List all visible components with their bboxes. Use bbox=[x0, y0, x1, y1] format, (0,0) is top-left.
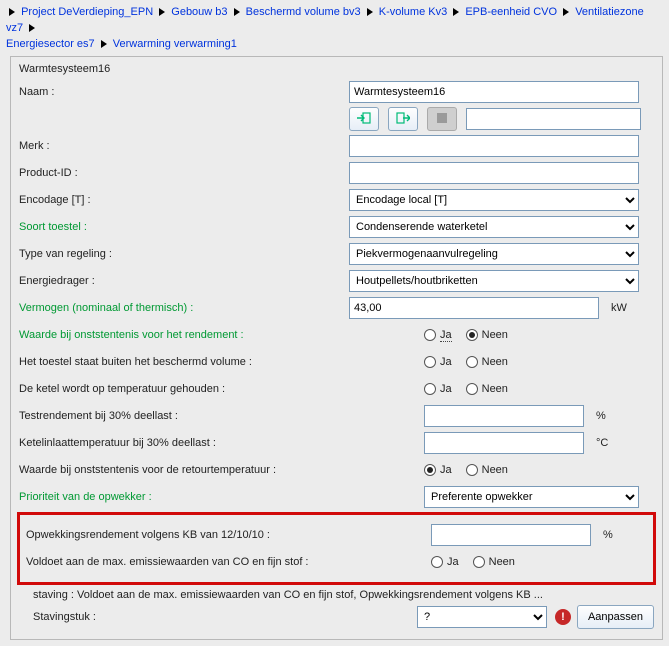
radio-buiten-ja[interactable]: Ja bbox=[424, 356, 452, 368]
energiedrager-select[interactable]: Houtpellets/houtbriketten bbox=[349, 270, 639, 292]
stavingstuk-select[interactable]: ? bbox=[417, 606, 547, 628]
radio-ketel-ja[interactable]: Ja bbox=[424, 383, 452, 395]
label-type-regeling: Type van regeling : bbox=[19, 248, 349, 260]
radio-label: Neen bbox=[489, 556, 515, 568]
radio-voldoet-ja[interactable]: Ja bbox=[431, 556, 459, 568]
breadcrumb-item[interactable]: Gebouw b3 bbox=[171, 6, 227, 18]
radio-rendement-neen[interactable]: Neen bbox=[466, 329, 508, 341]
square-icon bbox=[437, 113, 447, 126]
radio-ketel-neen[interactable]: Neen bbox=[466, 383, 508, 395]
product-id-input[interactable] bbox=[349, 162, 639, 184]
label-testrendement: Testrendement bij 30% deellast : bbox=[19, 410, 349, 422]
chevron-right-icon bbox=[233, 4, 241, 20]
label-waarde-retour: Waarde bij onststentenis voor de retourt… bbox=[19, 464, 349, 476]
opwekking-input[interactable] bbox=[431, 524, 591, 546]
chevron-right-icon bbox=[366, 4, 374, 20]
label-merk: Merk : bbox=[19, 140, 349, 152]
label-ketel-temp: De ketel wordt op temperatuur gehouden : bbox=[19, 383, 349, 395]
ketelinlaat-input[interactable] bbox=[424, 432, 584, 454]
error-icon: ! bbox=[555, 609, 571, 625]
radio-label: Neen bbox=[482, 356, 508, 368]
chevron-right-icon bbox=[562, 4, 570, 20]
breadcrumb-item[interactable]: Energiesector es7 bbox=[6, 38, 95, 50]
unit-pct: % bbox=[596, 410, 606, 422]
label-energiedrager: Energiedrager : bbox=[19, 275, 349, 287]
label-vermogen: Vermogen (nominaal of thermisch) : bbox=[19, 302, 349, 314]
testrendement-input[interactable] bbox=[424, 405, 584, 427]
export-button[interactable] bbox=[388, 107, 418, 131]
radio-label: Ja bbox=[440, 383, 452, 395]
label-voldoet: Voldoet aan de max. emissiewaarden van C… bbox=[26, 556, 356, 568]
type-regeling-select[interactable]: Piekvermogenaanvulregeling bbox=[349, 243, 639, 265]
breadcrumb-item[interactable]: Beschermd volume bv3 bbox=[246, 6, 361, 18]
radio-label: Ja bbox=[440, 464, 452, 476]
unit-degc: °C bbox=[596, 437, 608, 449]
radio-buiten-neen[interactable]: Neen bbox=[466, 356, 508, 368]
label-prioriteit: Prioriteit van de opwekker : bbox=[19, 491, 349, 503]
chevron-right-icon bbox=[100, 36, 108, 52]
label-stavingstuk: Stavingstuk : bbox=[33, 611, 342, 623]
radio-label: Ja bbox=[440, 329, 452, 342]
label-encodage: Encodage [T] : bbox=[19, 194, 349, 206]
radio-retour-ja[interactable]: Ja bbox=[424, 464, 452, 476]
disabled-action-button bbox=[427, 107, 457, 131]
radio-retour-neen[interactable]: Neen bbox=[466, 464, 508, 476]
chevron-right-icon bbox=[158, 4, 166, 20]
arrow-out-icon bbox=[396, 112, 410, 127]
label-naam: Naam : bbox=[19, 86, 349, 98]
breadcrumb-item[interactable]: K-volume Kv3 bbox=[379, 6, 447, 18]
breadcrumb-item[interactable]: EPB-eenheid CVO bbox=[465, 6, 557, 18]
label-buiten-vol: Het toestel staat buiten het beschermd v… bbox=[19, 356, 349, 368]
label-waarde-rendement: Waarde bij onststentenis voor het rendem… bbox=[19, 329, 349, 341]
label-ketelinlaat: Ketelinlaattemperatuur bij 30% deellast … bbox=[19, 437, 349, 449]
label-product-id: Product-ID : bbox=[19, 167, 349, 179]
radio-label: Neen bbox=[482, 464, 508, 476]
radio-label: Ja bbox=[440, 356, 452, 368]
chevron-right-icon bbox=[452, 4, 460, 20]
chevron-right-icon bbox=[28, 20, 36, 36]
radio-rendement-ja[interactable]: Ja bbox=[424, 329, 452, 342]
unit-kw: kW bbox=[611, 302, 627, 314]
import-button[interactable] bbox=[349, 107, 379, 131]
naam-input[interactable] bbox=[349, 81, 639, 103]
label-soort: Soort toestel : bbox=[19, 221, 349, 233]
radio-label: Ja bbox=[447, 556, 459, 568]
staving-text: staving : Voldoet aan de max. emissiewaa… bbox=[33, 589, 654, 601]
encodage-select[interactable]: Encodage local [T] bbox=[349, 189, 639, 211]
highlighted-section: Opwekkingsrendement volgens KB van 12/10… bbox=[17, 512, 656, 585]
merk-input[interactable] bbox=[349, 135, 639, 157]
arrow-in-icon bbox=[357, 112, 371, 127]
prioriteit-select[interactable]: Preferente opwekker bbox=[424, 486, 639, 508]
vermogen-input[interactable] bbox=[349, 297, 599, 319]
form-panel: Warmtesysteem16 Naam : Merk : Product- bbox=[10, 56, 663, 640]
chevron-right-icon bbox=[8, 4, 16, 20]
label-opwekking: Opwekkingsrendement volgens KB van 12/10… bbox=[26, 529, 356, 541]
section-title: Warmtesysteem16 bbox=[19, 63, 654, 75]
breadcrumb-item[interactable]: Project DeVerdieping_EPN bbox=[21, 6, 153, 18]
breadcrumb: Project DeVerdieping_EPN Gebouw b3 Besch… bbox=[0, 0, 669, 54]
radio-voldoet-neen[interactable]: Neen bbox=[473, 556, 515, 568]
search-input[interactable] bbox=[466, 108, 641, 130]
radio-label: Neen bbox=[482, 383, 508, 395]
breadcrumb-item[interactable]: Verwarming verwarming1 bbox=[113, 38, 237, 50]
unit-pct: % bbox=[603, 529, 613, 541]
radio-label: Neen bbox=[482, 329, 508, 341]
soort-select[interactable]: Condenserende waterketel bbox=[349, 216, 639, 238]
